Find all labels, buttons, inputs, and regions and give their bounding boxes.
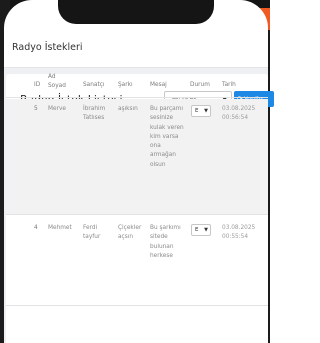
row-name: Mehmet — [48, 225, 72, 231]
table-row: 4 Mehmet Ferdi tayfur Çiçekler açsın Bu … — [6, 216, 268, 306]
row-status-select[interactable]: E ▼ — [191, 105, 211, 117]
row-artist: Ferdi tayfur — [83, 225, 101, 241]
chevron-down-icon: ▼ — [204, 108, 208, 114]
page-title: Radyo İstekleri — [12, 42, 83, 53]
row-status-value: E — [195, 108, 199, 114]
row-status-value: E — [195, 227, 199, 233]
column-header-message: Mesaj — [150, 82, 167, 88]
row-id: 4 — [34, 225, 38, 231]
column-header-date: Tarih — [222, 82, 236, 88]
phone-notch — [58, 0, 214, 24]
table-row: 5 Merve İbrahim Tatlıses aşıksın Bu parç… — [6, 99, 268, 215]
row-song: aşıksın — [118, 106, 138, 112]
row-song: Çiçekler açsın — [118, 225, 142, 241]
row-message: Bu parçamı sesinize kulak veren kim vars… — [150, 106, 184, 168]
row-message: Bu şarkımı sitede bulunan herkese — [150, 225, 181, 259]
row-date: 03.08.2025 00:56:54 — [222, 106, 256, 122]
row-date: 03.08.2025 00:55:54 — [222, 225, 256, 241]
column-header-song: Şarkı — [118, 82, 133, 88]
chevron-down-icon: ▼ — [204, 227, 208, 233]
table-header: ID Ad Soyad Sanatçı Şarkı Mesaj Durum Ta… — [6, 60, 268, 98]
row-artist: İbrahim Tatlıses — [83, 106, 106, 122]
column-header-name: Ad Soyad — [48, 74, 66, 89]
column-header-id: ID — [34, 82, 41, 88]
row-name: Merve — [48, 106, 66, 112]
row-id: 5 — [34, 106, 38, 112]
column-header-artist: Sanatçı — [83, 82, 105, 88]
row-status-select[interactable]: E ▼ — [191, 224, 211, 236]
column-header-status: Durum — [190, 82, 210, 88]
